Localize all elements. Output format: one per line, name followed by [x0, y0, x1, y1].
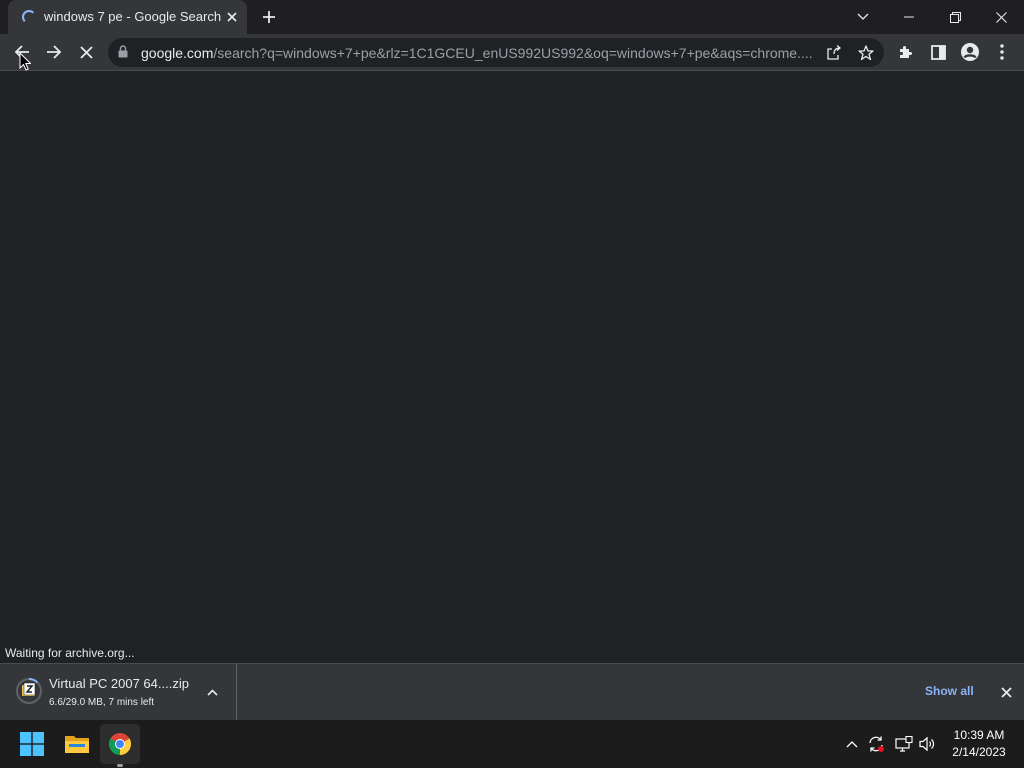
- tab-active[interactable]: windows 7 pe - Google Search: [8, 0, 247, 34]
- zip-file-icon: [16, 677, 42, 704]
- tab-search-icon[interactable]: [840, 0, 886, 34]
- forward-button[interactable]: [40, 38, 68, 66]
- loading-spinner-icon: [22, 10, 36, 24]
- screen: windows 7 pe - Google Search google.com/…: [0, 0, 1024, 768]
- mouse-cursor-icon: [19, 51, 32, 76]
- file-explorer-icon[interactable]: [57, 724, 97, 764]
- download-filename: Virtual PC 2007 64....zip: [49, 676, 189, 691]
- minimize-button[interactable]: [886, 0, 932, 34]
- clock-time: 10:39 AM: [953, 728, 1005, 742]
- clock-date: 2/14/2023: [952, 745, 1006, 759]
- new-tab-button[interactable]: [256, 5, 282, 29]
- show-hidden-icons-chevron-icon[interactable]: [842, 734, 862, 754]
- download-progress-text: 6.6/29.0 MB, 7 mins left: [49, 697, 155, 708]
- close-window-button[interactable]: [978, 0, 1024, 34]
- stop-loading-button[interactable]: [72, 38, 100, 66]
- chrome-taskbar-icon[interactable]: [100, 724, 140, 764]
- address-bar[interactable]: google.com/search?q=windows+7+pe&rlz=1C1…: [108, 38, 884, 67]
- page-content: [0, 72, 1024, 663]
- sync-alert-icon[interactable]: [866, 734, 886, 754]
- url-path: /search?q=windows+7+pe&rlz=1C1GCEU_enUS9…: [213, 45, 813, 61]
- windows-taskbar: 10:39 AM 2/14/2023: [0, 720, 1024, 768]
- taskbar-clock[interactable]: 10:39 AM 2/14/2023: [946, 727, 1012, 761]
- network-icon[interactable]: [894, 734, 914, 754]
- running-indicator: [117, 764, 123, 767]
- side-panel-icon[interactable]: [924, 38, 952, 66]
- url-host: google.com: [141, 45, 214, 61]
- download-item[interactable]: Virtual PC 2007 64....zip 6.6/29.0 MB, 7…: [0, 664, 237, 720]
- share-icon[interactable]: [823, 42, 845, 64]
- url-text[interactable]: google.com/search?q=windows+7+pe&rlz=1C1…: [141, 45, 813, 61]
- menu-kebab-icon[interactable]: [988, 38, 1016, 66]
- browser-toolbar: google.com/search?q=windows+7+pe&rlz=1C1…: [0, 34, 1024, 71]
- tab-close-icon[interactable]: [223, 8, 241, 26]
- chevron-up-icon[interactable]: [202, 682, 222, 702]
- tab-strip: windows 7 pe - Google Search: [0, 0, 1024, 34]
- profile-avatar-icon[interactable]: [956, 38, 984, 66]
- tab-title: windows 7 pe - Google Search: [44, 9, 222, 24]
- show-all-button[interactable]: Show all: [915, 681, 984, 701]
- volume-icon[interactable]: [918, 734, 938, 754]
- restore-button[interactable]: [932, 0, 978, 34]
- bookmark-star-icon[interactable]: [855, 42, 877, 64]
- download-shelf: Virtual PC 2007 64....zip 6.6/29.0 MB, 7…: [0, 663, 1024, 720]
- status-bubble: Waiting for archive.org...: [0, 644, 140, 663]
- lock-icon[interactable]: [118, 45, 128, 63]
- close-shelf-icon[interactable]: [996, 682, 1016, 702]
- start-windows-icon[interactable]: [12, 724, 52, 764]
- extensions-puzzle-icon[interactable]: [892, 38, 920, 66]
